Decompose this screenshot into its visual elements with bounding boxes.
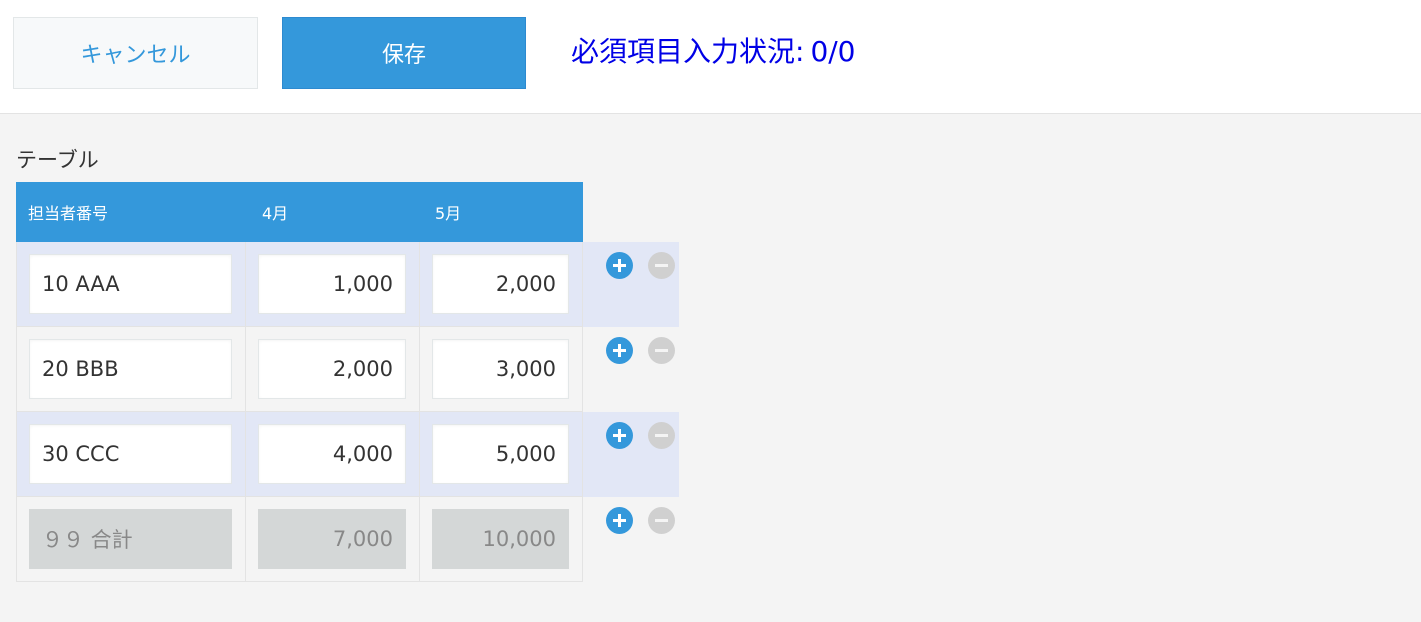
column-divider [419,497,420,582]
may-field[interactable]: 3,000 [432,339,569,399]
required-status-label: 必須項目入力状況: [571,35,805,68]
column-header-april: 4月 [262,204,289,223]
may-total-field: 10,000 [432,509,569,569]
april-field[interactable]: 1,000 [258,254,406,314]
minus-circle-icon[interactable] [648,507,675,534]
cancel-button[interactable]: キャンセル [13,17,258,89]
save-button[interactable]: 保存 [282,17,526,89]
column-divider [245,497,246,582]
table-header: 担当者番号 4月 5月 [16,182,583,242]
header-toolbar: キャンセル 保存 必須項目入力状況: 0/0 [0,0,1421,114]
staff-number-field[interactable]: 20 BBB [29,339,232,399]
plus-circle-icon[interactable] [606,337,633,364]
minus-circle-icon[interactable] [648,422,675,449]
plus-circle-icon[interactable] [606,422,633,449]
column-divider [245,242,246,327]
plus-circle-icon[interactable] [606,252,633,279]
column-divider [419,327,420,412]
staff-number-field[interactable]: 10 AAA [29,254,232,314]
may-field[interactable]: 2,000 [432,254,569,314]
required-status-value: 0/0 [810,35,856,68]
april-total-field: 7,000 [258,509,406,569]
column-divider [245,327,246,412]
minus-circle-icon[interactable] [648,252,675,279]
column-divider [419,412,420,497]
plus-circle-icon[interactable] [606,507,633,534]
table-label: テーブル [16,148,99,172]
required-fields-status: 必須項目入力状況: 0/0 [571,30,856,70]
staff-number-field[interactable]: 30 CCC [29,424,232,484]
column-divider [419,242,420,327]
column-header-staff-number: 担当者番号 [28,204,109,223]
column-header-may: 5月 [435,204,462,223]
column-divider [245,412,246,497]
staff-number-field-readonly: ９９ 合計 [29,509,232,569]
april-field[interactable]: 4,000 [258,424,406,484]
minus-circle-icon[interactable] [648,337,675,364]
may-field[interactable]: 5,000 [432,424,569,484]
april-field[interactable]: 2,000 [258,339,406,399]
